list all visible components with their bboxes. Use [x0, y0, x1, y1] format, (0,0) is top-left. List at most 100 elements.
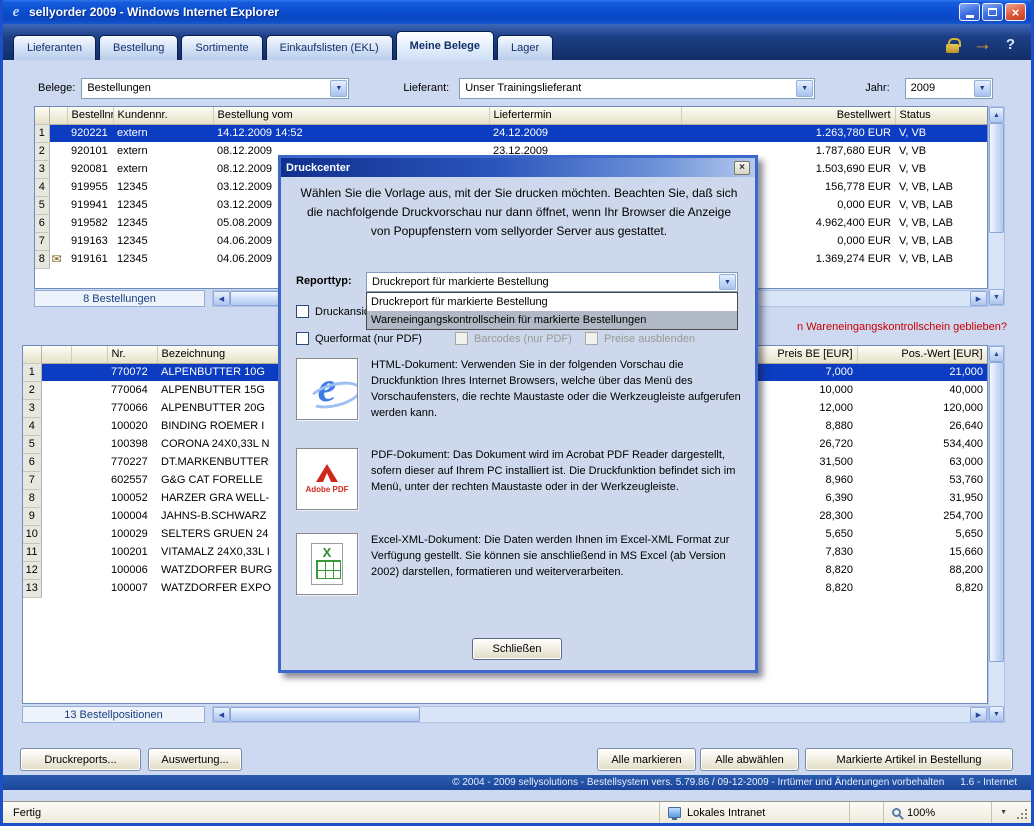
mail-icon — [49, 142, 67, 160]
help-icon[interactable]: ? — [1006, 36, 1015, 53]
zoom-control[interactable]: 100% ▼ — [883, 802, 1015, 823]
col-kundennr[interactable]: Kundennr. — [113, 107, 213, 124]
col-nr[interactable]: Nr. — [107, 346, 157, 363]
col-status[interactable]: Status — [895, 107, 987, 124]
maximize-button[interactable] — [982, 3, 1003, 21]
mail-icon — [49, 124, 67, 142]
magnifier-icon — [892, 808, 901, 817]
checkbox-icon — [455, 332, 468, 345]
chevron-down-icon[interactable]: ▼ — [974, 80, 991, 97]
belege-label: Belege: — [38, 82, 75, 94]
orders-row[interactable]: 1 920221 extern 14.12.2009 14:52 24.12.2… — [35, 124, 987, 142]
druckreports-button[interactable]: Druckreports... — [20, 748, 141, 771]
lieferant-label: Lieferant: — [403, 82, 449, 94]
tab-lieferanten[interactable]: Lieferanten — [13, 35, 96, 60]
security-zone: Lokales Intranet — [659, 802, 849, 823]
barcodes-checkbox: Barcodes (nur PDF) — [455, 332, 572, 345]
orders-count: 8 Bestellungen — [34, 290, 205, 307]
orders-vscrollbar[interactable]: ▲ ▼ — [988, 106, 1005, 306]
auswertung-button[interactable]: Auswertung... — [148, 748, 242, 771]
scroll-up-icon[interactable]: ▲ — [989, 346, 1004, 362]
mail-icon — [49, 214, 67, 232]
intranet-icon — [668, 807, 681, 818]
col-preis-be[interactable]: Preis BE [EUR] — [757, 346, 857, 363]
wareneingang-link[interactable]: n Wareneingangskontrollschein geblieben? — [797, 321, 1007, 333]
scroll-right-icon[interactable]: ▶ — [970, 291, 987, 306]
scroll-up-icon[interactable]: ▲ — [989, 107, 1004, 123]
excel-dokument-text: Excel-XML-Dokument: Die Daten werden Ihn… — [371, 532, 743, 580]
zoom-level: 100% — [907, 807, 935, 819]
scroll-thumb[interactable] — [989, 362, 1004, 662]
chevron-down-icon[interactable]: ▼ — [719, 274, 736, 290]
col-bestellwert[interactable]: Bestellwert — [681, 107, 895, 124]
close-icon: × — [1012, 5, 1020, 20]
app-footer: © 2004 - 2009 sellysolutions - Bestellsy… — [3, 775, 1031, 790]
tab-bestellung[interactable]: Bestellung — [99, 35, 178, 60]
adobe-pdf-icon[interactable]: Adobe PDF — [296, 448, 358, 510]
col-bestellnr[interactable]: Bestellnr. — [67, 107, 113, 124]
mail-icon — [49, 196, 67, 214]
scroll-thumb[interactable] — [230, 707, 420, 722]
tab-meine-belege[interactable]: Meine Belege — [396, 31, 494, 60]
ie-logo-icon: e — [8, 4, 24, 20]
scroll-left-icon[interactable]: ◀ — [213, 707, 230, 722]
excel-xml-icon[interactable]: X — [296, 533, 358, 595]
toolbar-icons: → ? — [946, 35, 1031, 60]
checkbox-icon — [296, 305, 309, 318]
scroll-down-icon[interactable]: ▼ — [989, 706, 1004, 722]
col-liefertermin[interactable]: Liefertermin — [489, 107, 681, 124]
markierte-artikel-button[interactable]: Markierte Artikel in Bestellung — [805, 748, 1013, 771]
title-bar: e sellyorder 2009 - Windows Internet Exp… — [3, 0, 1031, 24]
jahr-select[interactable]: 2009 ▼ — [905, 78, 993, 99]
positions-hscrollbar[interactable]: ◀ ▶ — [212, 706, 988, 723]
resize-grip[interactable] — [1015, 802, 1031, 823]
scroll-down-icon[interactable]: ▼ — [989, 289, 1004, 305]
maximize-icon — [988, 8, 997, 16]
alle-abwaehlen-button[interactable]: Alle abwählen — [700, 748, 799, 771]
dialog-title-bar: Druckcenter × — [281, 158, 755, 177]
checkbox-icon — [296, 332, 309, 345]
minimize-button[interactable] — [959, 3, 980, 21]
jahr-label: Jahr: — [865, 82, 889, 94]
reporttyp-option[interactable]: Druckreport für markierte Bestellung — [367, 293, 737, 311]
mail-icon — [49, 160, 67, 178]
druckcenter-dialog: Druckcenter × Wählen Sie die Vorlage aus… — [278, 155, 758, 673]
close-button[interactable]: × — [1005, 3, 1026, 21]
dialog-close-icon[interactable]: × — [734, 161, 750, 175]
belege-select[interactable]: Bestellungen ▼ — [81, 78, 349, 99]
lock-icon[interactable] — [946, 44, 959, 53]
ie-icon[interactable]: e — [296, 358, 358, 420]
tab-einkaufslisten[interactable]: Einkaufslisten (EKL) — [266, 35, 393, 60]
col-bestellung-vom[interactable]: Bestellung vom — [213, 107, 489, 124]
dialog-title: Druckcenter — [286, 162, 350, 174]
scroll-left-icon[interactable]: ◀ — [213, 291, 230, 306]
scroll-thumb[interactable] — [989, 123, 1004, 233]
querformat-checkbox[interactable]: Querformat (nur PDF) — [296, 332, 422, 345]
alle-markieren-button[interactable]: Alle markieren — [597, 748, 696, 771]
reporttyp-option[interactable]: Wareneingangskontrollschein für markiert… — [367, 311, 737, 329]
filter-row: Belege: Bestellungen ▼ Lieferant: Unser … — [3, 76, 1031, 100]
tab-lager[interactable]: Lager — [497, 35, 553, 60]
col-pos-wert[interactable]: Pos.-Wert [EUR] — [857, 346, 987, 363]
statusbar-spacer — [849, 802, 883, 823]
lieferant-select[interactable]: Unser Trainingslieferant ▼ — [459, 78, 815, 99]
footer-copyright: © 2004 - 2009 sellysolutions - Bestellsy… — [452, 777, 944, 788]
reporttyp-select[interactable]: Druckreport für markierte Bestellung ▼ — [366, 272, 738, 292]
checkbox-icon — [585, 332, 598, 345]
zoom-dropdown-icon[interactable]: ▼ — [991, 802, 1007, 823]
logout-arrow-icon[interactable]: → — [973, 35, 992, 54]
browser-window: e sellyorder 2009 - Windows Internet Exp… — [0, 0, 1034, 826]
chevron-down-icon[interactable]: ▼ — [796, 80, 813, 97]
footer-version: 1.6 - Internet — [960, 777, 1017, 788]
pdf-dokument-text: PDF-Dokument: Das Dokument wird im Acrob… — [371, 447, 743, 495]
dialog-body: Wählen Sie die Vorlage aus, mit der Sie … — [281, 177, 755, 670]
schliessen-button[interactable]: Schließen — [472, 638, 562, 660]
tab-sortimente[interactable]: Sortimente — [181, 35, 262, 60]
reporttyp-label: Reporttyp: — [296, 275, 352, 287]
html-dokument-text: HTML-Dokument: Verwenden Sie in der folg… — [371, 357, 743, 421]
chevron-down-icon[interactable]: ▼ — [330, 80, 347, 97]
positions-vscrollbar[interactable]: ▲ ▼ — [988, 345, 1005, 723]
scroll-right-icon[interactable]: ▶ — [970, 707, 987, 722]
status-text: Fertig — [3, 802, 659, 823]
minimize-icon — [966, 15, 974, 18]
